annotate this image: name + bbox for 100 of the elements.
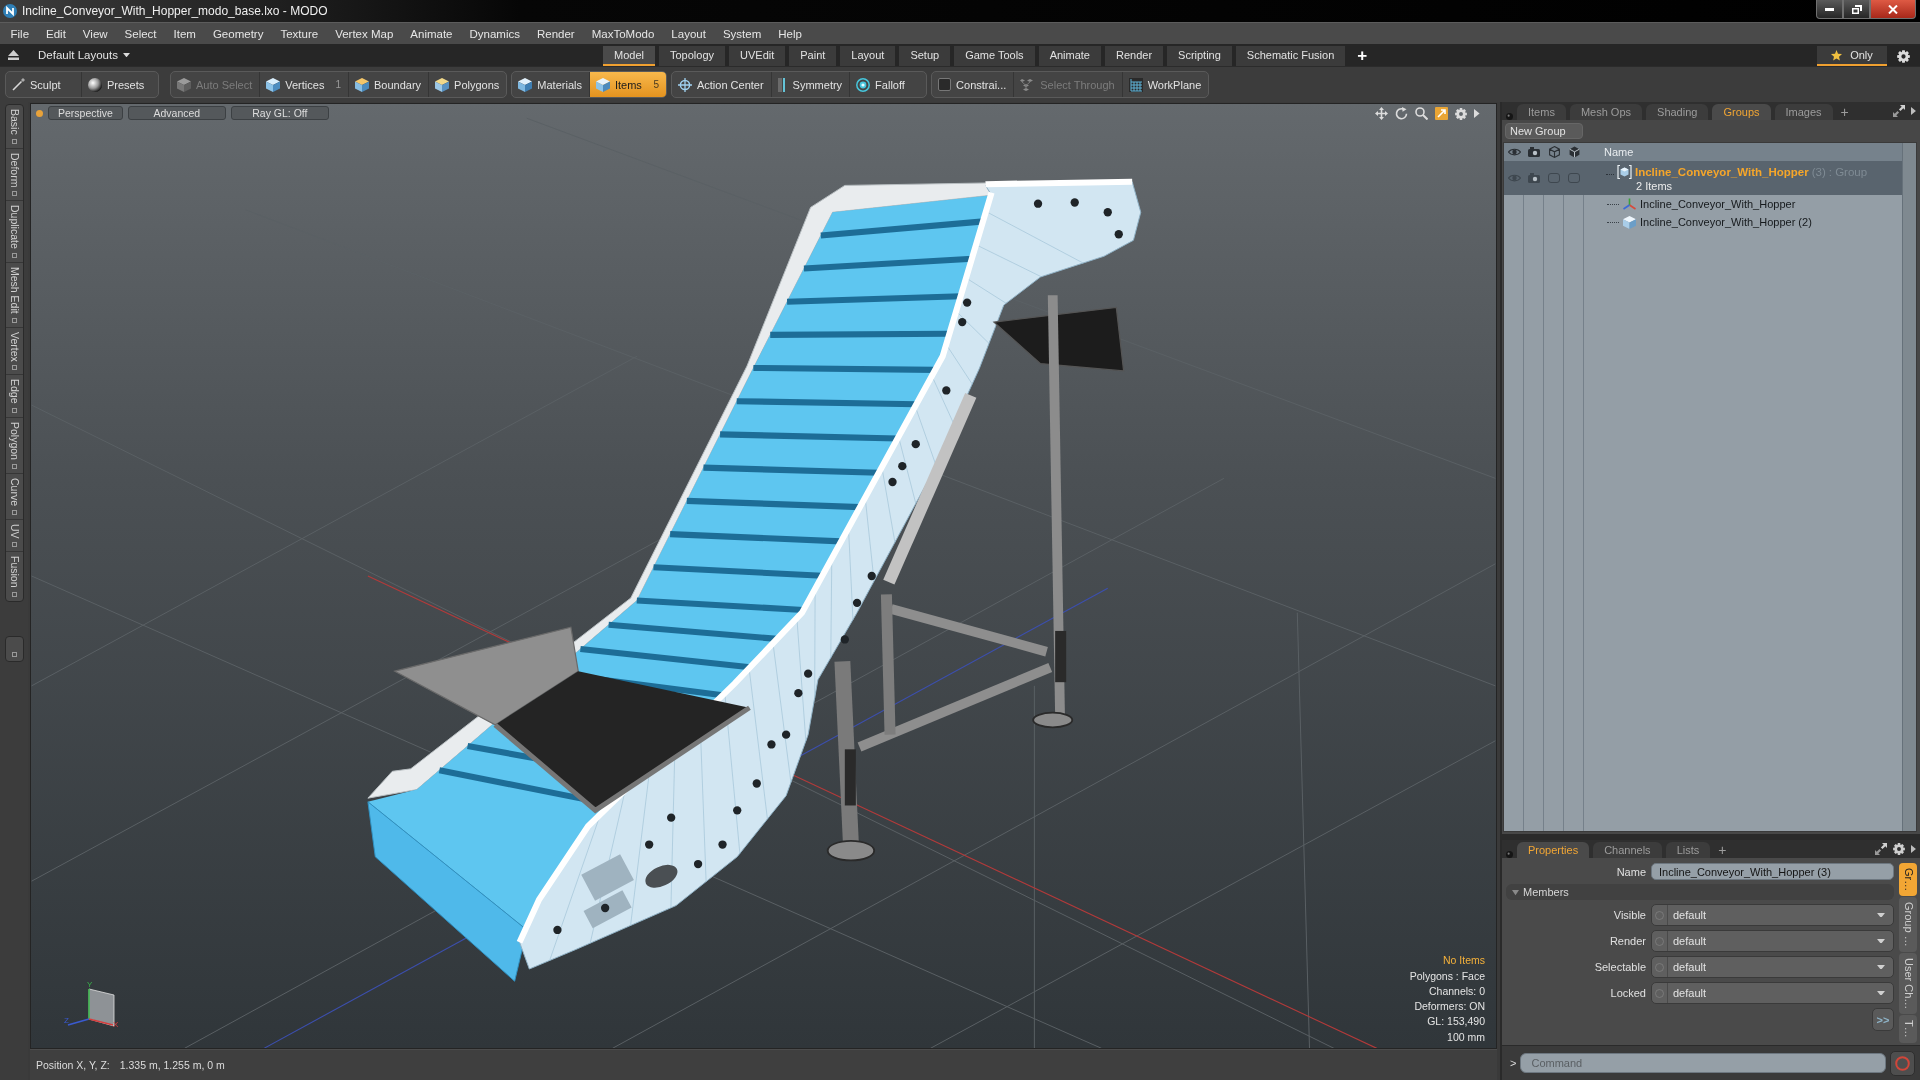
checkbox[interactable] xyxy=(1548,173,1560,183)
side-tab[interactable]: Deform xyxy=(5,148,23,202)
tool-button[interactable]: Vertices 1 xyxy=(260,72,349,97)
rotate-button[interactable] xyxy=(1395,107,1409,120)
item-row[interactable]: Incline_Conveyor_With_Hopper (2) xyxy=(1504,213,1902,231)
add-tab-button[interactable]: + xyxy=(1836,104,1853,120)
menu-item[interactable]: Help xyxy=(769,27,811,40)
strip-button[interactable] xyxy=(4,636,24,662)
tool-button[interactable]: Falloff xyxy=(850,72,927,97)
dropdown[interactable]: default xyxy=(1651,904,1894,926)
panel-tab[interactable]: Lists xyxy=(1665,842,1711,858)
command-button[interactable] xyxy=(1890,1050,1915,1076)
settings-button[interactable] xyxy=(1893,843,1906,855)
menu-item[interactable]: Item xyxy=(165,27,205,40)
side-tab[interactable]: T… xyxy=(1899,1015,1917,1043)
side-tab[interactable]: Duplicate xyxy=(5,201,23,263)
expand-button[interactable] xyxy=(1893,105,1906,117)
tool-button[interactable]: Items 5 xyxy=(589,72,666,97)
menu-item[interactable]: Select xyxy=(116,27,166,40)
tool-button[interactable]: WorkPlane xyxy=(1122,72,1209,97)
collapse-button[interactable] xyxy=(8,50,19,60)
side-tab[interactable]: Edge xyxy=(5,375,23,418)
layout-tab[interactable]: Render xyxy=(1105,46,1164,66)
side-tab[interactable]: Vertex xyxy=(5,327,23,376)
view-button[interactable]: Ray GL: Off xyxy=(230,106,329,120)
tool-button[interactable]: Boundary xyxy=(348,72,430,97)
more-button[interactable] xyxy=(1911,845,1916,853)
new-group-button[interactable]: New Group xyxy=(1505,123,1583,139)
tool-button[interactable]: Sculpt xyxy=(6,72,82,97)
dropdown[interactable]: default xyxy=(1651,956,1894,978)
layout-tab[interactable]: Layout xyxy=(840,46,896,66)
tool-button[interactable]: Symmetry xyxy=(771,72,851,97)
close-button[interactable] xyxy=(1870,0,1916,19)
menu-item[interactable]: System xyxy=(714,27,770,40)
axes-icon xyxy=(1623,198,1636,210)
layout-tab[interactable]: Schematic Fusion xyxy=(1235,46,1346,66)
layout-tab[interactable]: Game Tools xyxy=(954,46,1035,66)
add-tab-button[interactable]: + xyxy=(1349,46,1376,66)
expand-button[interactable] xyxy=(1875,843,1888,855)
tool-button[interactable]: Materials xyxy=(512,72,590,97)
layout-tab[interactable]: Model xyxy=(603,46,655,66)
panel-tab[interactable]: Channels xyxy=(1593,842,1662,858)
side-tab[interactable]: Polygon xyxy=(5,417,23,474)
layout-dropdown[interactable]: Default Layouts xyxy=(38,49,130,61)
menu-item[interactable]: File xyxy=(2,27,38,40)
panel-tab[interactable]: Mesh Ops xyxy=(1569,104,1643,120)
tool-button[interactable]: Action Center xyxy=(671,72,772,97)
only-toggle[interactable]: Only xyxy=(1817,46,1887,66)
panel-tab[interactable]: Shading xyxy=(1646,104,1709,120)
checkbox[interactable] xyxy=(1568,173,1580,183)
panel-tab[interactable]: Properties xyxy=(1517,842,1590,858)
menu-item[interactable]: Geometry xyxy=(204,27,272,40)
panel-tab[interactable]: Items xyxy=(1517,104,1566,120)
side-tab[interactable]: Curve xyxy=(5,473,23,520)
side-tab[interactable]: Group … xyxy=(1899,897,1917,952)
menu-item[interactable]: Dynamics xyxy=(461,27,529,40)
dropdown[interactable]: default xyxy=(1651,982,1894,1004)
command-field[interactable]: Command xyxy=(1520,1053,1886,1073)
side-tab[interactable]: Gr… xyxy=(1899,863,1917,897)
menu-item[interactable]: Vertex Map xyxy=(326,27,402,40)
view-button[interactable]: Perspective xyxy=(48,106,123,120)
side-tab[interactable]: UV xyxy=(5,519,23,553)
layout-tab[interactable]: Paint xyxy=(789,46,837,66)
section-header[interactable]: Members xyxy=(1506,884,1894,900)
item-row[interactable]: Incline_Conveyor_With_Hopper xyxy=(1504,195,1902,213)
panel-tab[interactable]: Images xyxy=(1774,104,1833,120)
fit-button[interactable] xyxy=(1435,107,1449,120)
side-tab[interactable]: Fusion xyxy=(5,552,23,601)
more-button[interactable] xyxy=(1474,109,1480,118)
side-tab[interactable]: Basic xyxy=(5,105,23,149)
menu-item[interactable]: MaxToModo xyxy=(583,27,663,40)
layout-tab[interactable]: Animate xyxy=(1038,46,1101,66)
minimize-button[interactable] xyxy=(1816,0,1843,19)
tool-button[interactable]: Polygons xyxy=(429,72,507,97)
layout-tab[interactable]: Topology xyxy=(658,46,725,66)
zoom-button[interactable] xyxy=(1415,107,1429,120)
vertical-bar-icon xyxy=(777,77,788,92)
view-button[interactable]: Advanced xyxy=(127,106,226,120)
layout-tab[interactable]: Setup xyxy=(899,46,951,66)
side-tab[interactable]: Mesh Edit xyxy=(5,262,23,328)
menu-item[interactable]: Edit xyxy=(37,27,75,40)
tool-button[interactable]: Constrai... xyxy=(932,72,1015,97)
layout-tab[interactable]: Scripting xyxy=(1167,46,1232,66)
tool-button[interactable]: Presets xyxy=(82,72,158,97)
arrow-up-icon xyxy=(8,50,19,60)
menu-item[interactable]: Animate xyxy=(401,27,461,40)
field-label: Visible xyxy=(1612,909,1646,921)
menu-item[interactable]: View xyxy=(74,27,117,40)
panel-tab[interactable]: Groups xyxy=(1712,104,1771,120)
move-button[interactable] xyxy=(1375,107,1389,120)
add-tab-button[interactable]: + xyxy=(1714,842,1731,858)
layout-tab[interactable]: UVEdit xyxy=(729,46,786,66)
dropdown[interactable]: default xyxy=(1651,930,1894,952)
menu-item[interactable]: Render xyxy=(528,27,584,40)
menu-item[interactable]: Texture xyxy=(271,27,327,40)
side-tab[interactable]: User Ch… xyxy=(1899,952,1917,1015)
name-field[interactable]: Incline_Conveyor_With_Hopper (3) xyxy=(1651,863,1894,880)
maximize-button[interactable] xyxy=(1843,0,1870,19)
menu-item[interactable]: Layout xyxy=(662,27,715,40)
more-button[interactable] xyxy=(1911,107,1916,115)
